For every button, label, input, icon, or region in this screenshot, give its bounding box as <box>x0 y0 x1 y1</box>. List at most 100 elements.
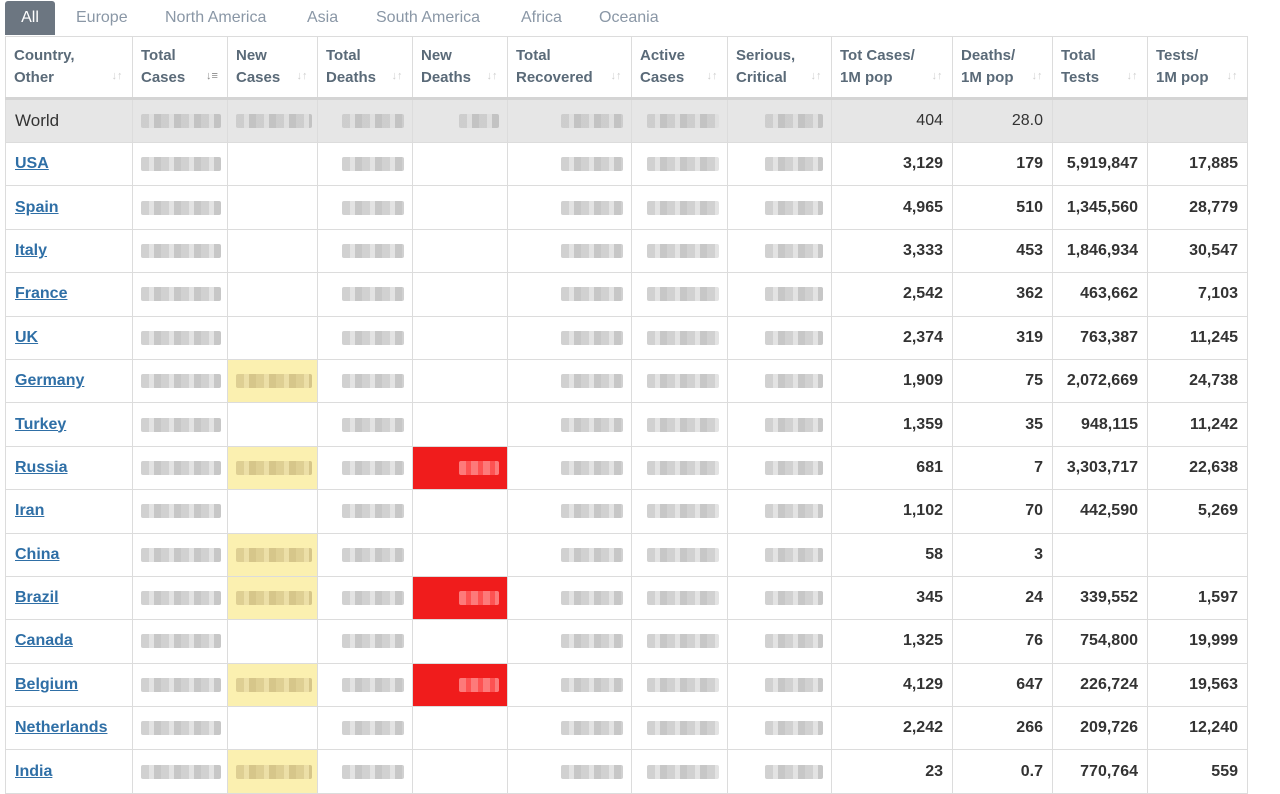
sort-icon[interactable]: ↓↑ <box>109 67 125 85</box>
redacted-cell-total-deaths <box>317 749 413 794</box>
world-row: World 404 28.0 <box>5 98 1248 143</box>
country-link[interactable]: Russia <box>15 459 67 476</box>
sort-icon[interactable]: ↓↑ <box>389 67 405 85</box>
sort-icon[interactable]: ↓↑ <box>1029 67 1045 85</box>
sort-icon[interactable]: ↓↑ <box>1224 67 1240 85</box>
sort-descending-icon[interactable]: ↓≡ <box>204 67 220 85</box>
country-link[interactable]: France <box>15 285 67 302</box>
country-link[interactable]: Italy <box>15 242 47 259</box>
country-link[interactable]: Turkey <box>15 416 66 433</box>
country-link[interactable]: Canada <box>15 632 73 649</box>
blurred-value <box>765 200 823 215</box>
country-link[interactable]: Belgium <box>15 676 78 693</box>
redacted-cell-total-recovered <box>507 706 632 751</box>
header-label-line1: New <box>236 47 267 64</box>
tab-asia[interactable]: Asia <box>307 1 338 35</box>
new-deaths-cell <box>412 532 508 577</box>
header-label-line1: Active <box>640 47 686 64</box>
tab-all[interactable]: All <box>5 1 55 35</box>
country-link[interactable]: Spain <box>15 199 59 216</box>
tot-cases-per-1m-cell: 1,909 <box>831 358 953 404</box>
redacted-cell-serious-critical <box>727 445 832 491</box>
tab-south-america[interactable]: South America <box>376 1 480 35</box>
country-link[interactable]: Iran <box>15 502 44 519</box>
deaths-per-1m-cell: 76 <box>952 619 1053 664</box>
blurred-value <box>561 721 623 736</box>
header-total-tests[interactable]: Total Tests ↓↑ <box>1052 36 1148 100</box>
tot-cases-per-1m-cell: 2,242 <box>831 706 953 751</box>
redacted-cell-serious-critical <box>727 662 832 708</box>
country-link[interactable]: China <box>15 546 59 563</box>
blurred-value <box>141 721 221 736</box>
sort-icon[interactable]: ↓↑ <box>704 67 720 85</box>
header-total-deaths[interactable]: Total Deaths ↓↑ <box>317 36 413 100</box>
header-serious-critical[interactable]: Serious, Critical ↓↑ <box>727 36 832 100</box>
country-link[interactable]: UK <box>15 329 38 346</box>
blurred-value <box>141 460 221 475</box>
header-tot-cases-per-1m[interactable]: Tot Cases/1M pop ↓↑ <box>831 36 953 100</box>
tests-per-1m-cell: 11,242 <box>1147 402 1248 447</box>
redacted-cell-total-deaths <box>317 272 413 317</box>
tests-per-1m-cell: 19,563 <box>1147 662 1248 708</box>
blurred-value <box>342 504 404 519</box>
redacted-cell-active-cases <box>631 662 728 708</box>
redacted-cell-total-recovered <box>507 575 632 621</box>
new-deaths-cell <box>412 706 508 751</box>
header-new-deaths[interactable]: New Deaths ↓↑ <box>412 36 508 100</box>
blurred-value <box>765 114 823 128</box>
new-cases-cell <box>227 489 318 534</box>
total-tests-cell: 1,345,560 <box>1052 185 1148 230</box>
redacted-cell-total-cases <box>132 141 228 187</box>
redacted-cell-total-cases <box>132 445 228 491</box>
country-link[interactable]: India <box>15 763 52 780</box>
new-cases-cell <box>227 272 318 317</box>
sort-icon[interactable]: ↓↑ <box>808 67 824 85</box>
blurred-value <box>561 114 623 128</box>
redacted-cell-serious-critical <box>727 489 832 534</box>
tab-africa[interactable]: Africa <box>521 1 562 35</box>
blurred-value <box>342 243 404 258</box>
country-link[interactable]: USA <box>15 155 49 172</box>
country-cell: Netherlands <box>5 706 133 751</box>
country-cell: Italy <box>5 228 133 274</box>
new-deaths-cell <box>412 749 508 794</box>
deaths-per-1m-cell: 24 <box>952 575 1053 621</box>
table-row: UK 2,374 319 763,387 11,245 <box>5 315 1248 360</box>
header-label-line1: Tests/ <box>1156 47 1199 64</box>
sort-icon[interactable]: ↓↑ <box>929 67 945 85</box>
blurred-value <box>236 591 312 606</box>
header-deaths-per-1m[interactable]: Deaths/1M pop ↓↑ <box>952 36 1053 100</box>
sort-icon[interactable]: ↓↑ <box>608 67 624 85</box>
table-body: World 404 28.0 USA 3,129 179 5,919,847 17,885 Sp… <box>5 98 1248 794</box>
redacted-cell-serious-critical <box>727 272 832 317</box>
new-deaths-cell <box>412 185 508 230</box>
sort-icon[interactable]: ↓↑ <box>294 67 310 85</box>
blurred-value <box>765 764 823 779</box>
tab-europe[interactable]: Europe <box>76 1 128 35</box>
redacted-cell-total-deaths <box>317 575 413 621</box>
country-link[interactable]: Netherlands <box>15 719 107 736</box>
tab-oceania[interactable]: Oceania <box>599 1 659 35</box>
sort-icon[interactable]: ↓↑ <box>484 67 500 85</box>
blurred-value <box>765 547 823 562</box>
blurred-value <box>342 330 404 345</box>
header-new-cases[interactable]: New Cases ↓↑ <box>227 36 318 100</box>
country-link[interactable]: Germany <box>15 372 84 389</box>
country-cell: Canada <box>5 619 133 664</box>
header-active-cases[interactable]: Active Cases ↓↑ <box>631 36 728 100</box>
blurred-value <box>647 504 719 519</box>
header-country-other[interactable]: Country, Other ↓↑ <box>5 36 133 100</box>
tests-per-1m-cell: 17,885 <box>1147 141 1248 187</box>
total-tests-cell: 948,115 <box>1052 402 1148 447</box>
header-tests-per-1m[interactable]: Tests/1M pop ↓↑ <box>1147 36 1248 100</box>
redacted-cell-serious-critical <box>727 98 832 143</box>
header-total-recovered[interactable]: Total Recovered ↓↑ <box>507 36 632 100</box>
country-link[interactable]: Brazil <box>15 589 59 606</box>
redacted-cell-active-cases <box>631 141 728 187</box>
sort-icon[interactable]: ↓↑ <box>1124 67 1140 85</box>
new-cases-cell <box>227 185 318 230</box>
header-total-cases[interactable]: Total Cases ↓≡ <box>132 36 228 100</box>
tot-cases-per-1m-cell: 681 <box>831 445 953 491</box>
tab-north-america[interactable]: North America <box>165 1 266 35</box>
header-label-line1: Serious, <box>736 47 796 64</box>
